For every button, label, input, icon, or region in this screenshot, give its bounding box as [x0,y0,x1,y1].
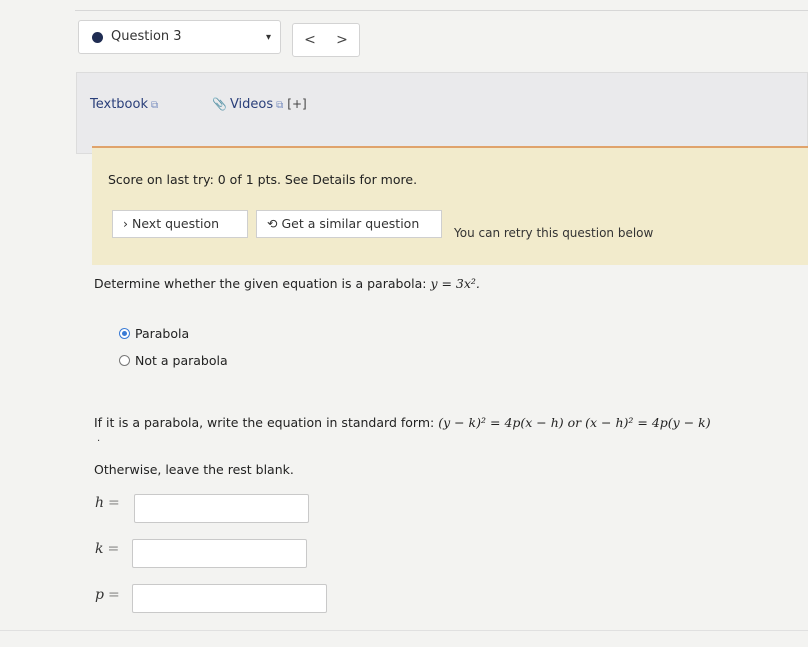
k-answer-input[interactable] [132,539,307,568]
top-divider [75,10,808,11]
option-label: Parabola [135,326,190,341]
caret-down-icon: ▾ [265,32,271,43]
question-nav-buttons: < > [292,23,360,57]
standard-form-equations: (y − k)² = 4p(x − h) or (x − h)² = 4p(y … [438,415,711,430]
option-parabola[interactable]: Parabola [119,326,189,341]
chevron-right-icon: › [123,216,128,231]
prompt-equation: y = 3x². [430,276,480,291]
external-link-icon: ⧉ [150,100,159,111]
h-label: h = [95,495,120,511]
next-question-arrow-button[interactable]: > [331,30,353,50]
instruction-text: If it is a parabola, write the equation … [94,415,435,430]
p-answer-input[interactable] [132,584,327,613]
h-answer-input[interactable] [134,494,309,523]
refresh-icon: ⟲ [267,216,278,231]
textbook-link[interactable]: Textbook ⧉ [90,97,158,112]
question-selector-label: Question 3 [111,29,182,44]
otherwise-text: Otherwise, leave the rest blank. [94,462,294,477]
k-label: k = [95,541,120,557]
question-status-dot [92,32,103,43]
videos-expand-toggle[interactable]: [+] [287,97,306,111]
previous-question-button[interactable]: < [299,30,321,50]
option-not-parabola[interactable]: Not a parabola [119,353,228,368]
paperclip-icon: 📎 [212,97,227,111]
textbook-link-label: Textbook [90,97,148,112]
resources-bar: Textbook ⧉ 📎 Videos ⧉ [+] [76,72,808,154]
score-text: Score on last try: 0 of 1 pts. See Detai… [108,172,418,187]
standard-form-instruction: If it is a parabola, write the equation … [94,415,711,430]
similar-question-button[interactable]: ⟲ Get a similar question [256,210,442,238]
option-label: Not a parabola [135,353,228,368]
radio-selected-icon[interactable] [119,328,130,339]
next-question-button[interactable]: › Next question [112,210,248,238]
next-question-label: Next question [131,216,220,231]
p-label: p = [95,587,120,603]
similar-question-label: Get a similar question [281,216,420,231]
videos-link-label: Videos [229,97,274,112]
score-panel: Score on last try: 0 of 1 pts. See Detai… [92,146,808,265]
external-link-icon: ⧉ [276,100,284,111]
prompt-text: Determine whether the given equation is … [94,276,427,291]
stray-period: . [97,433,101,444]
radio-unselected-icon[interactable] [119,355,130,366]
question-prompt: Determine whether the given equation is … [94,276,480,291]
videos-link[interactable]: 📎 Videos ⧉ [+] [212,97,307,112]
retry-note: You can retry this question below [454,226,654,240]
question-selector[interactable]: Question 3 ▾ [78,20,281,54]
bottom-divider [0,630,808,631]
